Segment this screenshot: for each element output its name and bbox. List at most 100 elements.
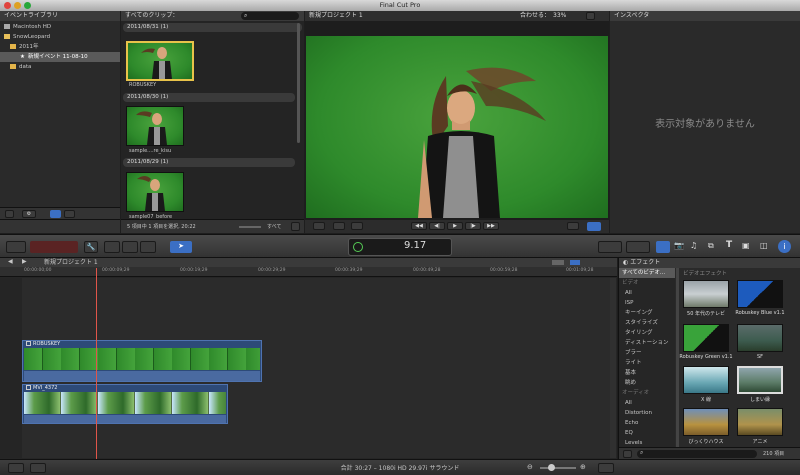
keyword-button[interactable] [30, 241, 78, 253]
effect-thumbnail[interactable] [683, 280, 729, 308]
play-backward-icon[interactable]: ◀| [429, 222, 445, 230]
viewer-canvas[interactable] [306, 36, 608, 218]
effect-thumbnail[interactable] [737, 324, 783, 352]
library-item-macintosh-hd[interactable]: Macintosh HD [0, 22, 120, 32]
effect-category-video[interactable]: タイリング [619, 328, 675, 338]
next-edit-icon[interactable]: ▶▶ [483, 222, 499, 230]
clip-label: ROBUSKEY [23, 341, 261, 348]
effect-category-video[interactable]: All [619, 288, 675, 298]
inspector-toggle-icon[interactable] [656, 241, 670, 253]
forward-arrow-icon[interactable]: ▶ [22, 258, 27, 265]
effect-thumbnail[interactable] [683, 324, 729, 352]
themes-icon[interactable]: ◫ [760, 241, 772, 253]
timeline-clip-robuskey[interactable]: ROBUSKEY [22, 340, 262, 382]
clip-zoom-slider[interactable] [239, 226, 261, 228]
effect-thumbnail[interactable] [683, 366, 729, 394]
effect-category-video[interactable]: ディストーション [619, 338, 675, 348]
clip-appearance-button[interactable] [598, 463, 614, 473]
dashboard[interactable]: 9.17 [348, 238, 452, 256]
fit-label: 合わせる： [520, 12, 551, 19]
minimize-button[interactable] [14, 2, 21, 9]
enhancements-button[interactable] [598, 241, 622, 253]
audio-meter-icon[interactable] [552, 260, 564, 265]
show-library-button[interactable] [5, 210, 14, 218]
effect-category-audio[interactable]: EQ [619, 428, 675, 438]
effect-thumbnail[interactable] [683, 408, 729, 436]
effect-thumbnail[interactable] [737, 366, 783, 394]
clip-audio-waveform [24, 415, 226, 423]
zoom-slider-knob[interactable] [548, 464, 555, 471]
effect-category-video[interactable]: ISP [619, 298, 675, 308]
library-item-snowleopard[interactable]: SnowLeopard [0, 32, 120, 42]
effect-category-video[interactable]: ブラー [619, 348, 675, 358]
effect-label: Robuskey Green v1.1 [679, 354, 733, 360]
titles-icon[interactable]: T [726, 240, 738, 252]
effects-search-input[interactable]: ⌕ [637, 449, 757, 458]
effect-category-video[interactable]: スタイライズ [619, 318, 675, 328]
connect-clip-button[interactable] [104, 241, 120, 253]
effect-category-audio[interactable]: Echo [619, 418, 675, 428]
category-all-video[interactable]: すべてのビデオ... [619, 268, 675, 278]
zoom-button[interactable] [24, 2, 31, 9]
effect-category-video[interactable]: 基本 [619, 368, 675, 378]
clip-thumbnail[interactable] [126, 106, 184, 146]
effects-sidebar-toggle[interactable] [623, 450, 632, 458]
filter-popup[interactable]: すべて [267, 223, 281, 230]
effect-category-audio[interactable]: All [619, 398, 675, 408]
effect-category-video[interactable]: ライト [619, 358, 675, 368]
playhead[interactable] [96, 268, 97, 459]
effect-category-video[interactable]: 眺め [619, 378, 675, 388]
info-icon[interactable]: i [778, 240, 791, 253]
close-button[interactable] [4, 2, 11, 9]
search-input[interactable]: ⌕ [241, 12, 299, 20]
transitions-icon[interactable]: ⧉ [708, 241, 720, 253]
clip-thumbnail[interactable] [126, 41, 194, 81]
import-button[interactable] [6, 241, 26, 253]
crop-button[interactable] [313, 222, 325, 230]
retime-button[interactable] [626, 241, 650, 253]
effect-label: SF [756, 354, 764, 360]
background-task-icon[interactable] [353, 242, 363, 252]
timeline-zoom-slider[interactable] [540, 464, 576, 471]
fullscreen-button[interactable] [567, 222, 579, 230]
effect-thumbnail[interactable] [737, 280, 783, 308]
next-frame-icon[interactable]: |▶ [465, 222, 481, 230]
library-item-2011[interactable]: 2011年 [0, 42, 120, 52]
date-group-header[interactable]: 2011/08/31 (1) [123, 23, 302, 32]
browser-scrollbar[interactable] [297, 23, 300, 143]
library-item-new-event[interactable]: ★ 新規イベント 11-08-10 [0, 52, 120, 62]
insert-clip-button[interactable] [122, 241, 138, 253]
timeline-clip-mvi-4372[interactable]: MVI_4372 [22, 384, 228, 424]
list-view-button[interactable] [64, 210, 75, 218]
clip-thumbnail[interactable] [126, 172, 184, 212]
play-icon[interactable]: ▶ [447, 222, 463, 230]
back-arrow-icon[interactable]: ◀ [8, 258, 13, 265]
date-group-header[interactable]: 2011/08/29 (1) [123, 158, 295, 167]
music-icon[interactable]: ♫ [690, 241, 702, 253]
gear-icon[interactable]: ⚙ [22, 210, 36, 218]
zoom-out-icon[interactable]: ⊖ [527, 463, 533, 471]
camera-icon[interactable]: 📷 [674, 241, 686, 253]
effect-thumbnail[interactable] [737, 408, 783, 436]
wrench-icon[interactable]: 🔧 [84, 241, 98, 253]
append-clip-button[interactable] [140, 241, 156, 253]
skimming-icon[interactable] [570, 260, 580, 265]
generators-icon[interactable]: ▣ [742, 241, 754, 253]
timeline-scrollbar[interactable] [610, 278, 616, 458]
view-options-button[interactable] [586, 12, 595, 20]
previous-edit-icon[interactable]: ◀◀ [411, 222, 427, 230]
filmstrip-view-button[interactable] [50, 210, 61, 218]
zoom-in-icon[interactable]: ⊕ [580, 463, 586, 471]
select-tool-icon[interactable]: ➤ [170, 241, 192, 253]
effect-category-video[interactable]: キーイング [619, 308, 675, 318]
library-item-data[interactable]: data [0, 62, 120, 72]
loop-button[interactable] [587, 222, 601, 231]
filmstrip-duration-button[interactable] [291, 222, 300, 231]
folder-icon [10, 64, 16, 69]
date-group-header[interactable]: 2011/08/30 (1) [123, 93, 295, 102]
transform-button[interactable] [333, 222, 345, 230]
distort-button[interactable] [351, 222, 363, 230]
timeline-ruler[interactable]: 00:00:00;00 00:00:09;29 00:00:19;29 00:0… [0, 267, 617, 277]
zoom-popup[interactable]: 33% [553, 11, 566, 21]
effect-category-audio[interactable]: Distortion [619, 408, 675, 418]
